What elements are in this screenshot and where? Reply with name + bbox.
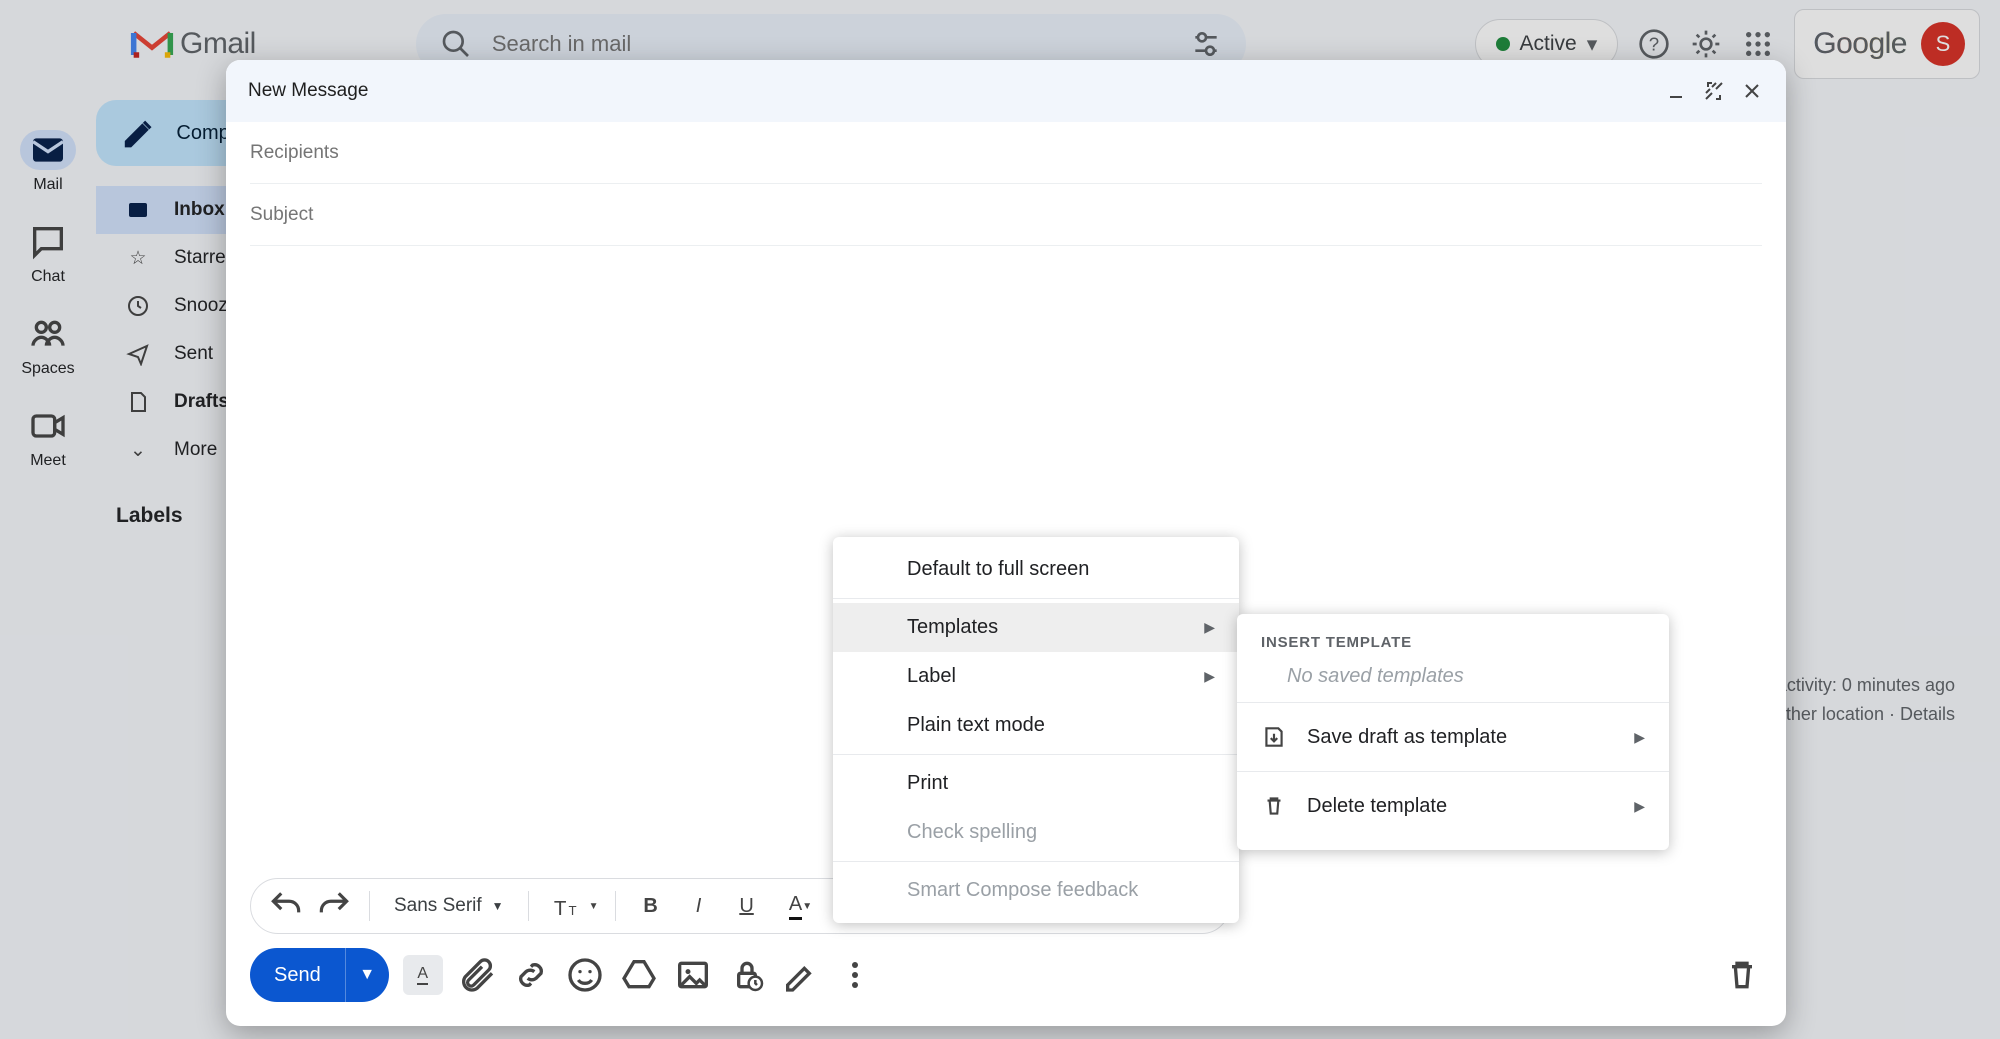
sent-icon [126,342,150,366]
pencil-icon [120,100,158,166]
compose-header[interactable]: New Message [226,60,1786,122]
svg-text:T: T [553,897,566,920]
menu-plain-text[interactable]: Plain text mode [833,701,1239,750]
fullscreen-exit-icon[interactable] [1702,79,1726,103]
redo-icon[interactable] [315,887,353,925]
menu-smart-compose-feedback[interactable]: Smart Compose feedback [833,866,1239,915]
google-account-box[interactable]: Google S [1794,9,1980,79]
trash-icon [1261,793,1287,819]
italic-icon[interactable]: I [680,887,718,925]
attach-icon[interactable] [457,955,497,995]
status-label: Active [1520,32,1577,56]
signature-icon[interactable] [781,955,821,995]
more-options-menu: Default to full screen Templates▶ Label▶… [833,537,1239,923]
drafts-icon [126,390,150,414]
send-button[interactable]: Send ▼ [250,948,389,1002]
compose-title: New Message [248,80,368,102]
insert-link-icon[interactable] [511,955,551,995]
compose-action-bar: Send ▼ A [226,948,1786,1026]
rail-spaces[interactable]: Spaces [20,314,76,378]
submenu-no-saved: No saved templates [1237,659,1669,702]
chevron-right-icon: ▶ [1634,729,1645,746]
left-rail: Mail Chat Spaces Meet [0,10,96,470]
subject-input[interactable] [250,204,1762,226]
chat-icon [20,222,76,262]
menu-templates[interactable]: Templates▶ [833,603,1239,652]
menu-label[interactable]: Label▶ [833,652,1239,701]
menu-print[interactable]: Print [833,759,1239,808]
help-icon[interactable]: ? [1638,28,1670,60]
templates-submenu: INSERT TEMPLATE No saved templates Save … [1237,614,1669,850]
avatar[interactable]: S [1921,22,1965,66]
chevron-down-icon: ▾ [1587,32,1598,57]
search-options-icon[interactable] [1190,28,1222,60]
recipients-input[interactable] [250,142,1762,164]
inbox-icon [126,198,150,222]
save-icon [1261,724,1287,750]
clock-icon [126,294,150,318]
drive-icon[interactable] [619,955,659,995]
meet-icon [20,406,76,446]
google-wordmark: Google [1813,27,1907,61]
status-dot-icon [1496,37,1510,51]
svg-text:T: T [568,903,576,918]
font-size-icon[interactable]: TT▼ [545,887,599,925]
menu-default-fullscreen[interactable]: Default to full screen [833,545,1239,594]
discard-draft-icon[interactable] [1722,955,1762,995]
settings-gear-icon[interactable] [1690,28,1722,60]
chevron-right-icon: ▶ [1204,619,1215,636]
apps-grid-icon[interactable] [1742,28,1774,60]
rail-chat[interactable]: Chat [20,222,76,286]
chevron-right-icon: ▶ [1204,668,1215,685]
minimize-icon[interactable] [1664,79,1688,103]
more-options-icon[interactable] [835,955,875,995]
details-link[interactable]: Details [1900,704,1955,724]
search-icon[interactable] [440,28,472,60]
chevron-down-icon: ⌄ [126,439,150,462]
close-icon[interactable] [1740,79,1764,103]
insert-image-icon[interactable] [673,955,713,995]
gmail-m-icon [130,27,174,61]
svg-text:?: ? [1649,34,1659,55]
formatting-toggle-icon[interactable]: A [403,955,443,995]
menu-check-spelling[interactable]: Check spelling [833,808,1239,857]
rail-meet[interactable]: Meet [20,406,76,470]
undo-icon[interactable] [267,887,305,925]
underline-icon[interactable]: U [728,887,766,925]
rail-mail[interactable]: Mail [20,130,76,194]
emoji-icon[interactable] [565,955,605,995]
confidential-mode-icon[interactable] [727,955,767,995]
chevron-down-icon: ▼ [492,899,504,913]
search-input[interactable] [492,31,1190,57]
chevron-right-icon: ▶ [1634,798,1645,815]
send-options-dropdown[interactable]: ▼ [345,948,389,1002]
star-icon: ☆ [126,247,150,270]
submenu-insert-heading: INSERT TEMPLATE [1237,624,1669,659]
text-color-icon[interactable]: A ▼ [776,887,826,925]
bold-icon[interactable]: B [632,887,670,925]
gmail-logo[interactable]: Gmail [130,27,256,61]
mail-icon [20,130,76,170]
spaces-icon [20,314,76,354]
font-family-select[interactable]: Sans Serif ▼ [386,895,512,917]
submenu-save-draft-template[interactable]: Save draft as template ▶ [1237,703,1669,771]
gmail-wordmark: Gmail [180,27,256,61]
submenu-delete-template[interactable]: Delete template ▶ [1237,772,1669,840]
